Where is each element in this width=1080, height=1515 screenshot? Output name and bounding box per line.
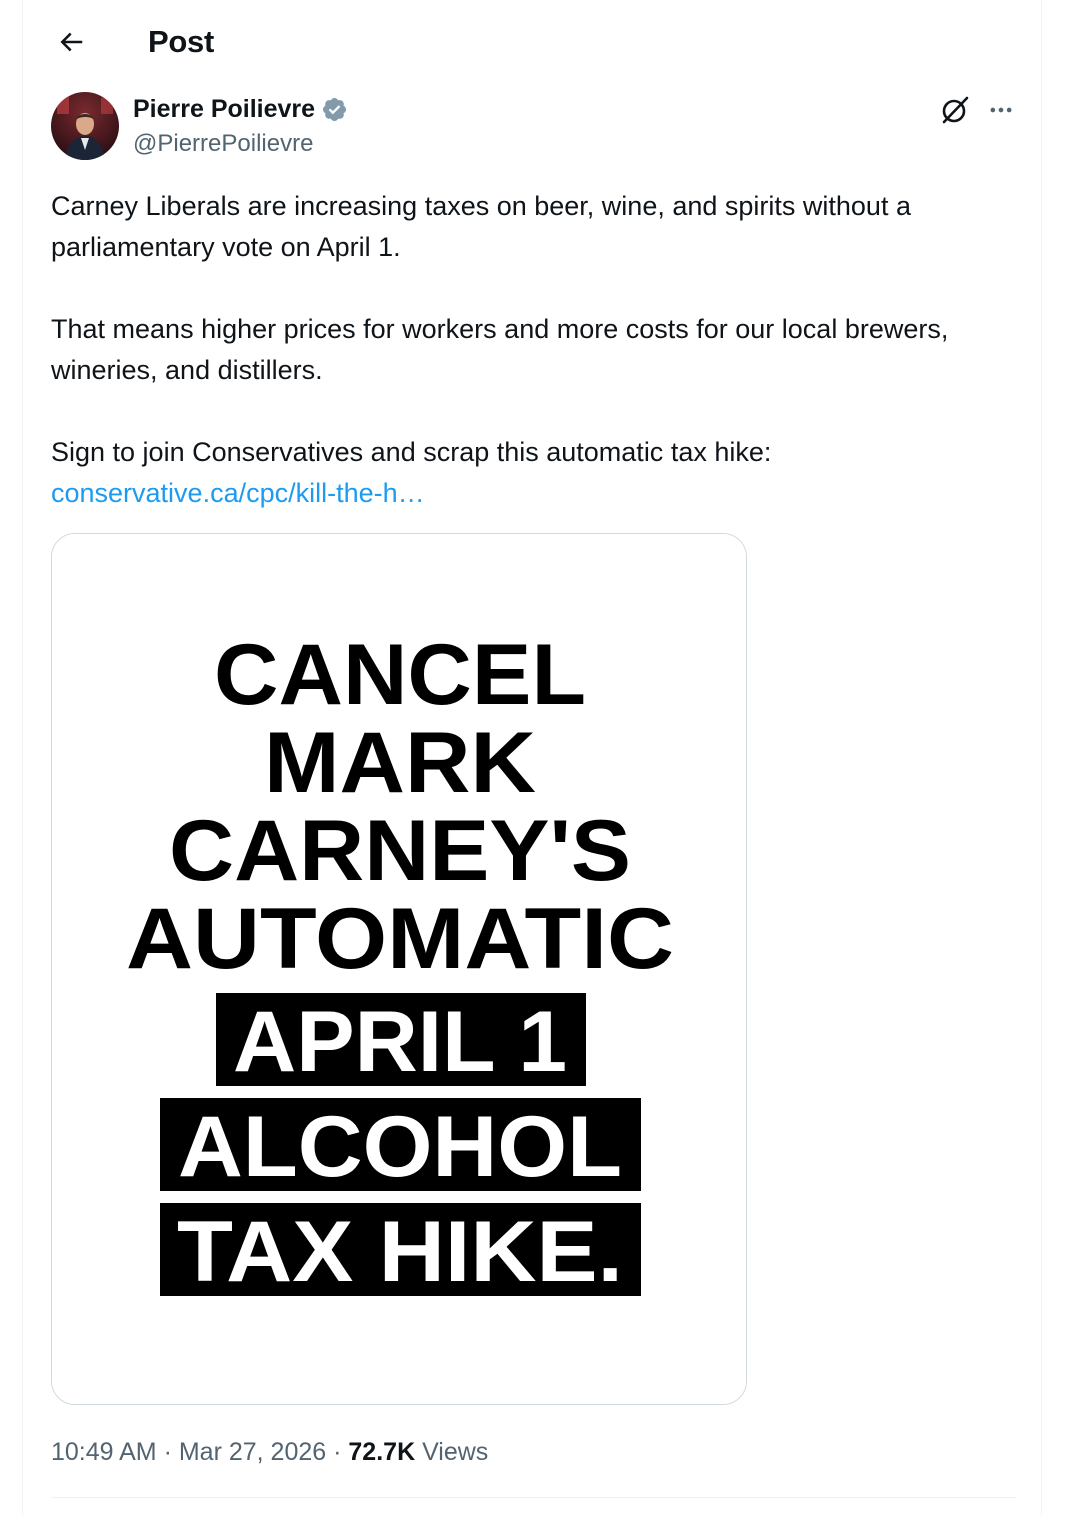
- grok-button[interactable]: [935, 90, 975, 130]
- divider: [51, 1497, 1017, 1498]
- media-highlight-line: ALCOHOL: [178, 1099, 622, 1195]
- author-handle[interactable]: @PierrePoilievre: [133, 128, 313, 160]
- media-image[interactable]: CANCEL MARK CARNEY'S AUTOMATIC APRIL 1 ALCOHO…: [51, 533, 747, 1405]
- media-highlight-line: APRIL 1: [233, 994, 567, 1090]
- avatar[interactable]: [51, 92, 119, 160]
- tweet-time[interactable]: 10:49 AM: [51, 1438, 157, 1466]
- grok-icon: [942, 96, 969, 124]
- tweet-paragraph-with-link: Sign to join Conservatives and scrap thi…: [51, 432, 1011, 514]
- meta-separator: ·: [156, 1438, 179, 1466]
- arrow-left-icon: [60, 32, 83, 52]
- meta-separator: ·: [326, 1438, 349, 1466]
- media-headline-line: AUTOMATIC: [126, 891, 674, 987]
- tweet-date[interactable]: Mar 27, 2026: [179, 1438, 326, 1466]
- tweet-paragraph: Sign to join Conservatives and scrap thi…: [51, 437, 772, 467]
- tweet-link[interactable]: conservative.ca/cpc/kill-the-h…: [51, 478, 425, 508]
- back-button[interactable]: [51, 22, 91, 62]
- media-highlight-line: TAX HIKE.: [177, 1204, 623, 1300]
- avatar-image: [51, 92, 119, 160]
- views-count: 72.7K: [348, 1438, 416, 1466]
- author-name[interactable]: Pierre Poilievre: [133, 93, 348, 125]
- tweet-paragraph: That means higher prices for workers and…: [51, 314, 949, 385]
- tweet-meta: 10:49 AM · Mar 27, 2026 · 72.7K Views: [51, 1434, 488, 1470]
- more-button[interactable]: [981, 90, 1021, 130]
- tweet-paragraph: Carney Liberals are increasing taxes on …: [51, 191, 911, 262]
- author-name-text: Pierre Poilievre: [133, 95, 316, 123]
- media-graphic: CANCELMARKCARNEY'SAUTOMATICAPRIL 1ALCOHO…: [52, 534, 746, 1404]
- tweet-text: Carney Liberals are increasing taxes on …: [51, 186, 1011, 514]
- post-header: Post: [23, 0, 1043, 86]
- media-headline-line: CARNEY'S: [169, 803, 631, 899]
- verified-badge-icon: [323, 97, 347, 121]
- media-headline-line: MARK: [264, 715, 536, 811]
- post-column: Post Pierre Poilievre @PierrePoilievre C…: [22, 0, 1042, 1515]
- more-dots-icon: [990, 107, 1012, 113]
- page-title: Post: [148, 24, 214, 59]
- views-label: Views: [415, 1438, 489, 1466]
- media-headline-line: CANCEL: [214, 627, 586, 723]
